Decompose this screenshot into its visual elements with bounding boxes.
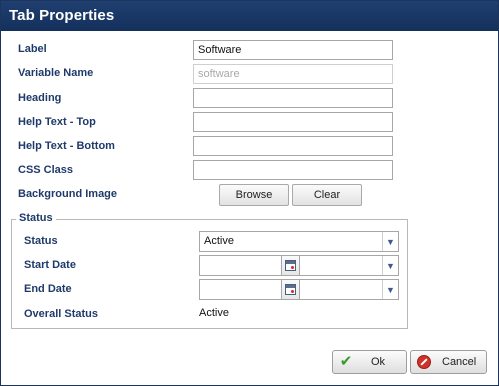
start-date-caption: Start Date [24,259,76,271]
start-date-calendar-button[interactable] [281,256,299,275]
dialog-title: Tab Properties [9,7,115,24]
status-legend: Status [16,212,56,224]
chevron-down-icon[interactable]: ▼ [382,232,398,251]
variable-name-caption: Variable Name [18,67,94,79]
tab-properties-dialog: Tab Properties Label Variable Name Headi… [0,0,499,386]
calendar-icon [285,284,296,295]
dialog-title-bar: Tab Properties [1,1,498,31]
ok-button-label: Ok [371,356,386,368]
clear-button[interactable]: Clear [292,184,362,206]
start-time-select[interactable]: ▼ [299,255,399,276]
css-class-caption: CSS Class [18,164,74,176]
ok-button[interactable]: ✔ Ok [332,350,407,374]
end-time-select[interactable]: ▼ [299,279,399,300]
end-date-caption: End Date [24,283,72,295]
help-text-bottom-input[interactable] [193,136,393,156]
overall-status-value: Active [199,307,229,319]
help-text-top-input[interactable] [193,112,393,132]
cancel-button-label: Cancel [442,356,477,368]
background-image-caption: Background Image [18,188,118,200]
status-select[interactable]: Active ▼ [199,231,399,252]
end-date-input[interactable] [199,279,300,300]
browse-button[interactable]: Browse [219,184,289,206]
overall-status-caption: Overall Status [24,308,98,320]
check-icon: ✔ [339,353,353,370]
heading-input[interactable] [193,88,393,108]
css-class-input[interactable] [193,160,393,180]
label-caption: Label [18,43,47,55]
help-text-top-caption: Help Text - Top [18,116,96,128]
cancel-icon [416,354,432,370]
end-date-calendar-button[interactable] [281,280,299,299]
chevron-down-icon[interactable]: ▼ [382,256,398,275]
status-caption: Status [24,235,58,247]
calendar-icon [285,260,296,271]
heading-caption: Heading [18,92,62,104]
start-date-input[interactable] [199,255,300,276]
label-input[interactable] [193,40,393,60]
cancel-button[interactable]: Cancel [410,350,487,374]
variable-name-input[interactable] [193,64,393,84]
status-selected-value: Active [204,235,234,247]
help-text-bottom-caption: Help Text - Bottom [18,140,115,152]
chevron-down-icon[interactable]: ▼ [382,280,398,299]
